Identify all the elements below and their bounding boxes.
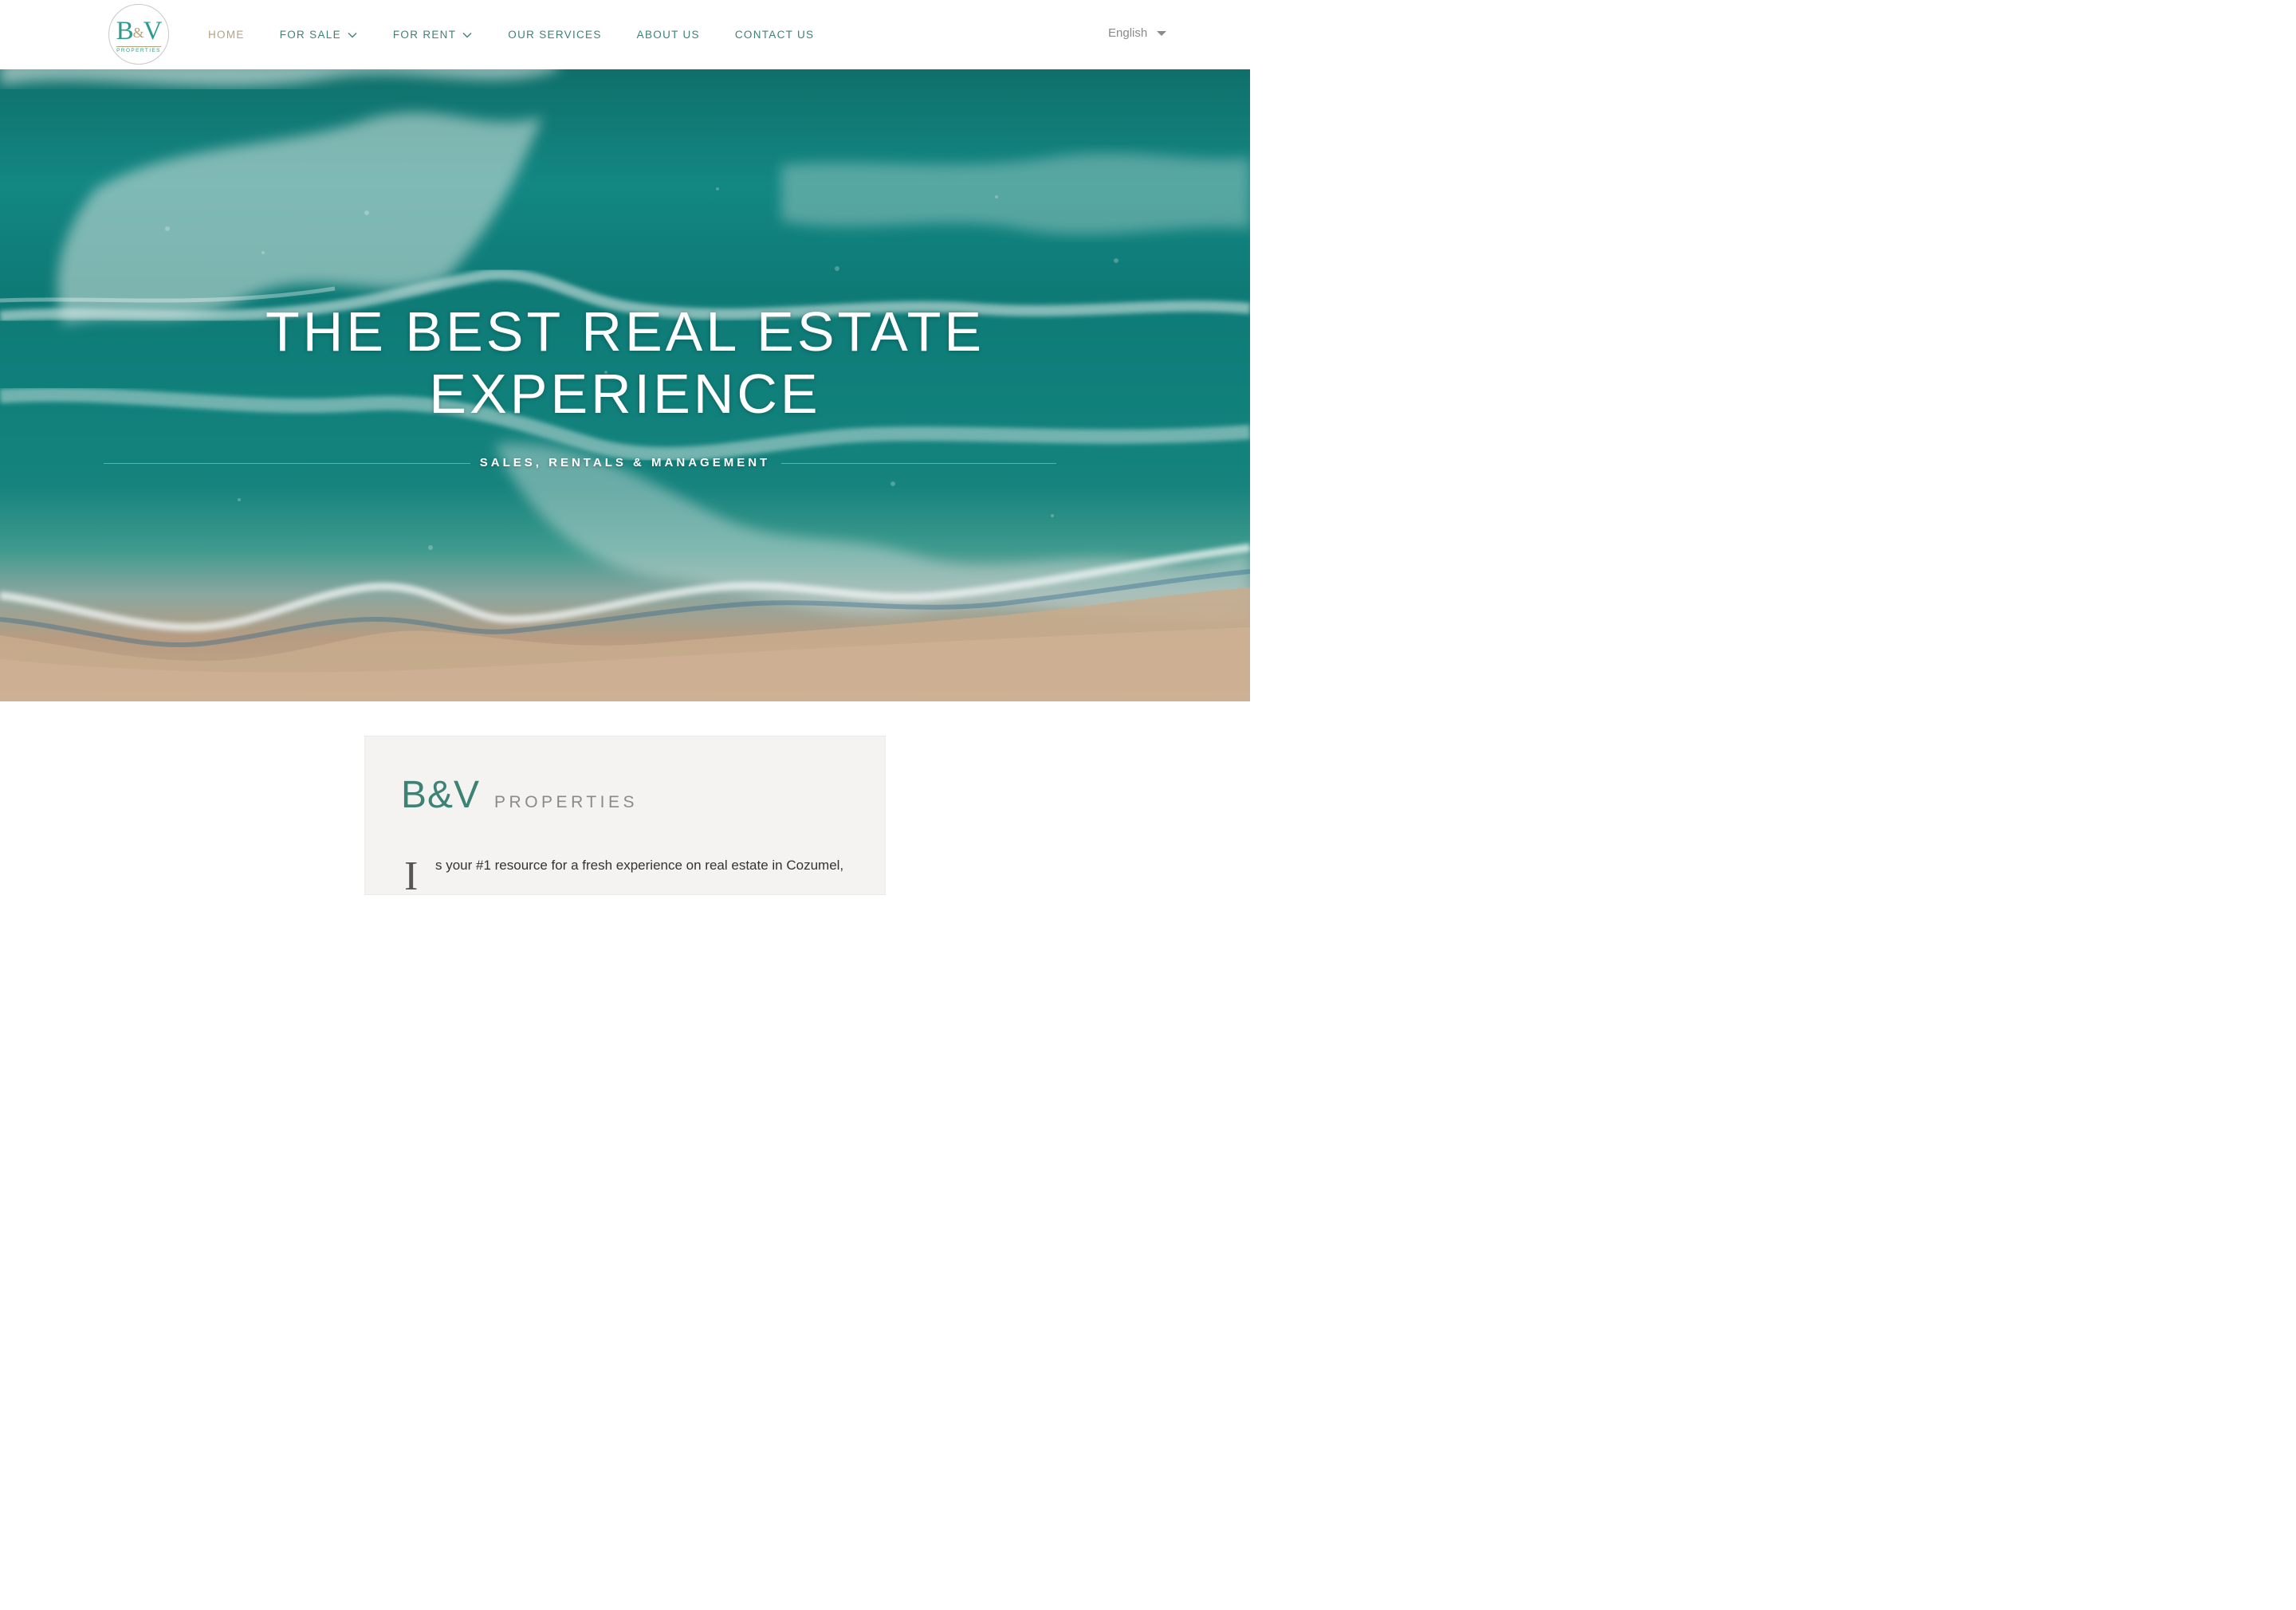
- dropcap: I: [404, 854, 419, 899]
- hero-subtitle: SALES, RENTALS & MANAGEMENT: [479, 456, 771, 469]
- chevron-down-icon: [348, 32, 357, 37]
- logo-mark: B&V: [116, 16, 163, 45]
- nav-item-for-sale[interactable]: FOR SALE: [280, 29, 358, 41]
- hero-title-line-1: THE BEST REAL ESTATE: [265, 300, 985, 363]
- nav-item-label: OUR SERVICES: [508, 29, 602, 41]
- nav-item-about-us[interactable]: ABOUT US: [637, 29, 700, 41]
- hero-banner: THE BEST REAL ESTATE EXPERIENCE SALES, R…: [0, 69, 1250, 701]
- language-label: English: [1108, 26, 1148, 40]
- hero-title: THE BEST REAL ESTATE EXPERIENCE: [0, 300, 1250, 425]
- logo[interactable]: B&V PROPERTIES: [108, 4, 169, 65]
- brand-name: B&V: [401, 774, 481, 816]
- brand-heading: B&V PROPERTIES: [401, 773, 638, 817]
- chevron-down-icon: [462, 32, 472, 37]
- nav-item-label: CONTACT US: [734, 29, 815, 41]
- nav-item-label: FOR SALE: [279, 29, 341, 41]
- nav-item-label: FOR RENT: [392, 29, 457, 41]
- logo-subtitle: PROPERTIES: [116, 45, 161, 53]
- nav-item-label: HOME: [208, 29, 245, 41]
- nav-item-home[interactable]: HOME: [208, 29, 245, 41]
- site-header: B&V PROPERTIES HOME FOR SALE FOR RENT OU…: [0, 0, 1250, 69]
- intro-text: s your #1 resource for a fresh experienc…: [435, 858, 844, 873]
- nav-item-contact-us[interactable]: CONTACT US: [735, 29, 815, 41]
- nav-item-label: ABOUT US: [636, 29, 700, 41]
- language-select[interactable]: English: [1108, 26, 1167, 40]
- intro-card: B&V PROPERTIES I s your #1 resource for …: [364, 736, 886, 899]
- main-nav: HOME FOR SALE FOR RENT OUR SERVICES ABOU…: [208, 0, 849, 69]
- nav-item-for-rent[interactable]: FOR RENT: [393, 29, 473, 41]
- caret-down-icon: [1157, 31, 1167, 36]
- nav-item-our-services[interactable]: OUR SERVICES: [508, 29, 601, 41]
- hero-title-line-2: EXPERIENCE: [429, 363, 821, 425]
- brand-suffix: PROPERTIES: [494, 793, 639, 811]
